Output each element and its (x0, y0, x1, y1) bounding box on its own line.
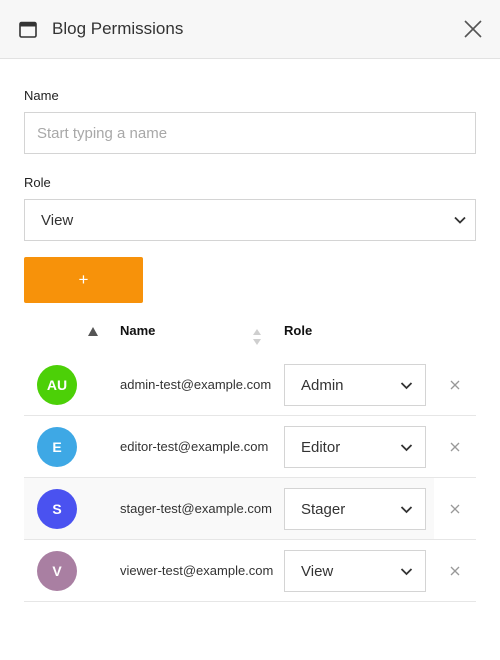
chevron-down-icon (400, 568, 413, 576)
row-role-value: Stager (301, 501, 346, 518)
row-divider (434, 415, 476, 416)
avatar: S (37, 489, 77, 529)
avatar: V (37, 551, 77, 591)
user-email: stager-test@example.com (120, 501, 272, 516)
row-role-select[interactable]: View (284, 550, 426, 592)
remove-icon[interactable] (449, 441, 461, 453)
chevron-down-icon (454, 216, 466, 224)
add-permission-button[interactable]: + (24, 257, 143, 303)
row-divider (434, 601, 476, 602)
table-row: V viewer-test@example.com View (24, 540, 434, 602)
user-email: editor-test@example.com (120, 439, 269, 454)
chevron-down-icon (400, 382, 413, 390)
table-row: E editor-test@example.com Editor (24, 416, 434, 478)
chevron-down-icon (400, 506, 413, 514)
name-input[interactable] (24, 112, 476, 154)
dialog-header: Blog Permissions (0, 0, 500, 59)
row-role-select[interactable]: Editor (284, 426, 426, 468)
sort-ascending-icon[interactable] (88, 327, 98, 336)
table-row: AU admin-test@example.com Admin (24, 354, 434, 416)
avatar: E (37, 427, 77, 467)
row-role-value: Editor (301, 439, 341, 456)
column-header-name[interactable]: Name (120, 323, 155, 338)
remove-icon[interactable] (449, 503, 461, 515)
table-row: S stager-test@example.com Stager (24, 478, 434, 540)
role-select[interactable]: View (24, 199, 476, 241)
remove-icon[interactable] (449, 565, 461, 577)
column-header-role: Role (284, 323, 313, 338)
row-divider (434, 539, 476, 540)
user-email: viewer-test@example.com (120, 563, 274, 578)
row-role-value: Admin (301, 377, 344, 394)
role-label: Role (24, 175, 51, 190)
row-role-select[interactable]: Stager (284, 488, 426, 530)
name-label: Name (24, 88, 59, 103)
avatar: AU (37, 365, 77, 405)
calendar-icon (19, 21, 37, 38)
row-role-value: View (301, 563, 334, 580)
role-select-value: View (41, 212, 74, 229)
close-icon[interactable] (462, 18, 484, 40)
chevron-down-icon (400, 444, 413, 452)
row-divider (434, 477, 476, 478)
remove-icon[interactable] (449, 379, 461, 391)
sort-icon[interactable] (252, 328, 262, 346)
row-role-select[interactable]: Admin (284, 364, 426, 406)
user-email: admin-test@example.com (120, 377, 272, 392)
dialog-title: Blog Permissions (52, 19, 184, 38)
